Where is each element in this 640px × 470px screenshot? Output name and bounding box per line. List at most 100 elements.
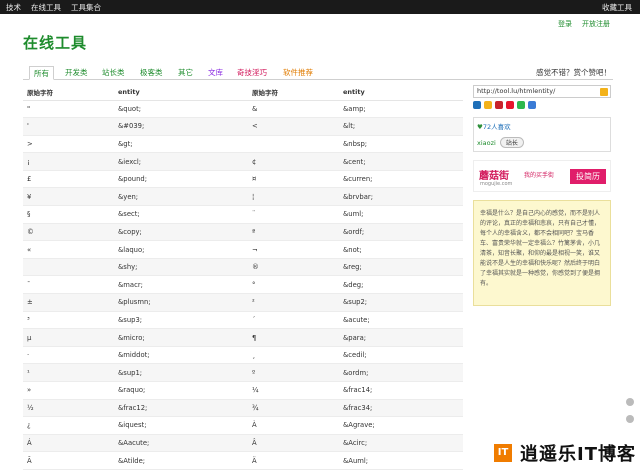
table-row: «&laquo; ¬ &not; xyxy=(23,240,463,259)
nav-link-bookmark-tools[interactable]: 收藏工具 xyxy=(602,2,632,13)
entity-cell: &copy; xyxy=(114,223,248,242)
table-row: &shy; ® &reg; xyxy=(23,258,463,277)
header-entity-1: entity xyxy=(114,85,248,101)
entity-cell: &frac14; xyxy=(339,381,463,400)
char-cell: Ã xyxy=(23,451,114,470)
char-cell: ¡ xyxy=(23,152,114,171)
tab-tricks[interactable]: 奇技淫巧 xyxy=(233,66,271,80)
copy-url-icon[interactable] xyxy=(600,88,608,96)
entity-cell: &#039; xyxy=(114,117,248,136)
ad-resume-button[interactable]: 投简历 xyxy=(570,169,606,184)
float-icons xyxy=(626,398,634,432)
table-row: » &raquo; ¼ &frac14; xyxy=(23,381,463,400)
wechat-icon[interactable] xyxy=(517,101,525,109)
char-cell: ¿ xyxy=(23,416,114,435)
table-row: © &copy; ª &ordf; xyxy=(23,223,463,242)
table-row: ¹ &sup1; º &ordm; xyxy=(23,363,463,382)
url-input[interactable]: http://tool.lu/htmlentity/ xyxy=(473,85,611,98)
char-cell: Â xyxy=(248,434,339,453)
char-cell: « xyxy=(23,240,114,259)
char-cell: " xyxy=(23,100,114,119)
qq-icon[interactable] xyxy=(626,398,634,406)
happiness-note: 幸福是什么？是自己内心的感觉，而不是别人的评论，真正的幸福和悲哀，只有自己才懂，… xyxy=(473,200,611,306)
char-cell: § xyxy=(23,205,114,224)
entity-cell: &amp; xyxy=(339,100,463,119)
entity-cell: &cent; xyxy=(339,152,463,171)
entity-cell: &ordm; xyxy=(339,363,463,382)
tab-geek[interactable]: 极客类 xyxy=(136,66,167,80)
watermark-text: 逍遥乐IT博客 xyxy=(520,444,636,465)
tab-all[interactable]: 所有 xyxy=(29,66,54,80)
qzone-icon[interactable] xyxy=(528,101,536,109)
table-row: Á &Aacute; Â &Acirc; xyxy=(23,434,463,453)
tab-webmaster[interactable]: 站长类 xyxy=(98,66,129,80)
mogujie-ad-banner[interactable]: 蘑菇街 mogujie.com 我的买手街 投简历 xyxy=(473,160,611,192)
entity-cell: &lt; xyxy=(339,117,463,136)
login-link[interactable]: 登录 xyxy=(558,19,572,29)
table-header-row: 原始字符 entity 原始字符 entity xyxy=(23,85,463,101)
like-user-name[interactable]: xiaozi xyxy=(477,139,496,147)
register-link[interactable]: 开放注册 xyxy=(582,19,610,29)
entity-cell: &frac34; xyxy=(339,399,463,418)
header-char-1: 原始字符 xyxy=(23,85,114,101)
table-row: ± &plusmn; ² &sup2; xyxy=(23,293,463,312)
like-slogan: 感觉不错？赏个赞吧！ xyxy=(536,68,611,77)
entity-cell: &macr; xyxy=(114,275,248,295)
entity-cell: &plusmn; xyxy=(114,293,248,312)
nav-link-tool-collection[interactable]: 工具集合 xyxy=(71,2,101,13)
like-user-badge[interactable]: 站长 xyxy=(499,137,524,148)
like-user: xiaozi 站长 xyxy=(477,137,607,148)
like-count[interactable]: ♥72人喜欢 xyxy=(477,121,607,131)
nav-link-tech[interactable]: 技术 xyxy=(6,2,21,13)
entity-cell: &deg; xyxy=(339,275,463,295)
char-cell: < xyxy=(248,117,339,136)
star-share-icon[interactable] xyxy=(484,101,492,109)
char-cell: Ä xyxy=(248,451,339,470)
entity-table: 原始字符 entity 原始字符 entity " &quot; & &amp; ' &#… xyxy=(23,85,463,470)
top-navbar: 技术 在线工具 工具集合 收藏工具 xyxy=(0,0,640,14)
site-title[interactable]: 在线工具 xyxy=(23,32,87,53)
ad-brand-sub: mogujie.com xyxy=(480,181,513,187)
weibo-icon[interactable] xyxy=(506,101,514,109)
char-cell: º xyxy=(248,363,339,382)
char-cell: ª xyxy=(248,223,339,242)
tab-software[interactable]: 软件推荐 xyxy=(279,66,317,80)
entity-cell: &Atilde; xyxy=(114,451,248,470)
char-cell: ¬ xyxy=(248,240,339,259)
pinterest-icon[interactable] xyxy=(495,101,503,109)
table-row: Ã &Atilde; Ä &Auml; xyxy=(23,451,463,470)
like-box: ♥72人喜欢 xiaozi 站长 xyxy=(473,117,611,152)
entity-cell: &sup2; xyxy=(339,293,463,312)
char-cell: ¼ xyxy=(248,381,339,400)
entity-cell: &quot; xyxy=(114,100,248,119)
table-row: § &sect; ¨ &uml; xyxy=(23,205,463,224)
ad-brand: 蘑菇街 xyxy=(479,171,509,182)
top-nav-left: 技术 在线工具 工具集合 xyxy=(6,2,111,13)
table-row: ¯ &macr; ° &deg; xyxy=(23,275,463,295)
char-cell: ¤ xyxy=(248,170,339,189)
share-icons xyxy=(473,101,613,111)
entity-cell: &sup3; xyxy=(114,311,248,330)
tab-library[interactable]: 文库 xyxy=(204,66,227,80)
table-row: µ &micro; ¶ &para; xyxy=(23,328,463,347)
tab-other[interactable]: 其它 xyxy=(174,66,197,80)
nav-link-online-tools[interactable]: 在线工具 xyxy=(31,2,61,13)
table-row: ¿ &iquest; À &Agrave; xyxy=(23,416,463,435)
table-row: £ &pound; ¤ &curren; xyxy=(23,170,463,189)
plus-share-icon[interactable] xyxy=(473,101,481,109)
entity-cell: &not; xyxy=(339,240,463,259)
tab-dev[interactable]: 开发类 xyxy=(61,66,92,80)
char-cell: © xyxy=(23,223,114,242)
ad-promo: 我的买手街 xyxy=(524,172,555,179)
char-cell: ¦ xyxy=(248,187,339,207)
entity-cell: &nbsp; xyxy=(339,135,463,154)
header-entity-2: entity xyxy=(339,85,463,101)
char-cell xyxy=(23,258,114,277)
char-cell: ½ xyxy=(23,399,114,418)
entity-cell: &sect; xyxy=(114,205,248,224)
url-text: http://tool.lu/htmlentity/ xyxy=(477,87,556,95)
sidebar: http://tool.lu/htmlentity/ ♥72人喜欢 xiaozi… xyxy=(473,85,613,306)
user-links: 登录 开放注册 xyxy=(548,19,610,29)
weibo-float-icon[interactable] xyxy=(626,415,634,423)
char-cell: À xyxy=(248,416,339,435)
